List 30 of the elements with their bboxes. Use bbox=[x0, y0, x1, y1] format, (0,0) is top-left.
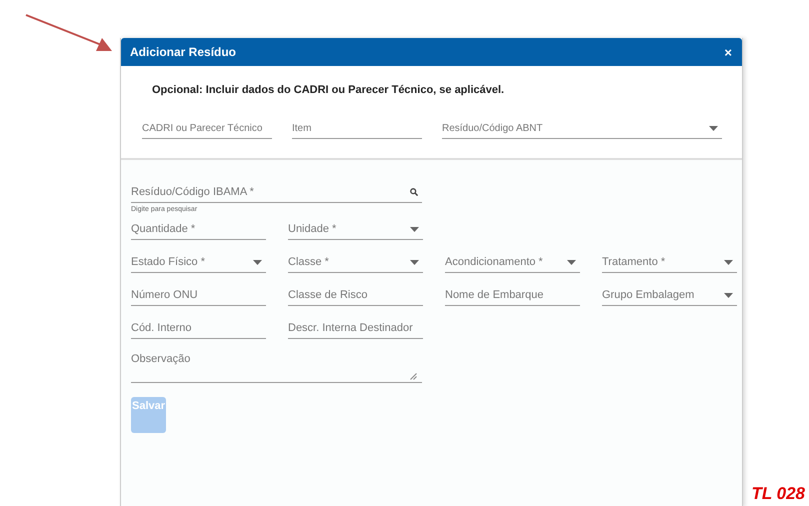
select-field[interactable]: Tratamento * bbox=[602, 254, 737, 273]
optional-note: Opcional: Incluir dados do CADRI ou Parecer Técnico, se aplicável. bbox=[151, 84, 506, 98]
search-field[interactable]: Resíduo/Código IBAMA * bbox=[131, 184, 422, 203]
caret-icon bbox=[567, 260, 576, 264]
caret-icon bbox=[724, 260, 733, 264]
input-field[interactable]: Número ONU bbox=[131, 287, 266, 306]
input-field[interactable]: Descr. Interna Destinador bbox=[288, 320, 423, 339]
input-field[interactable]: Classe de Risco bbox=[288, 287, 423, 306]
select-field[interactable]: Unidade * bbox=[288, 221, 423, 240]
caret-icon bbox=[410, 260, 419, 264]
caret-icon bbox=[709, 126, 718, 130]
select-field[interactable]: Grupo Embalagem bbox=[602, 287, 737, 306]
caret-icon bbox=[410, 226, 419, 232]
input-field[interactable]: Quantidade * bbox=[131, 221, 266, 240]
select-field[interactable]: Resíduo/Código ABNT bbox=[442, 120, 722, 139]
input-field[interactable]: CADRI ou Parecer Técnico bbox=[142, 120, 272, 139]
search-icon bbox=[410, 188, 418, 196]
select-field[interactable]: Estado Físico * bbox=[131, 254, 266, 273]
dialog-title: Adicionar Resíduo bbox=[130, 45, 236, 59]
select-field[interactable]: Classe * bbox=[288, 254, 423, 273]
caret-icon bbox=[724, 292, 733, 298]
slide-label: TL 028 bbox=[751, 484, 805, 504]
caret-icon bbox=[253, 260, 262, 264]
text-area[interactable]: Observação bbox=[131, 353, 422, 383]
input-field[interactable]: Nome de Embarque bbox=[445, 287, 580, 306]
close-button[interactable]: × bbox=[724, 46, 732, 58]
select-field[interactable]: Acondicionamento * bbox=[445, 254, 580, 273]
resize-handle-icon bbox=[410, 373, 417, 380]
input-field[interactable]: Item bbox=[292, 120, 422, 139]
input-field[interactable]: Cód. Interno bbox=[131, 320, 266, 339]
